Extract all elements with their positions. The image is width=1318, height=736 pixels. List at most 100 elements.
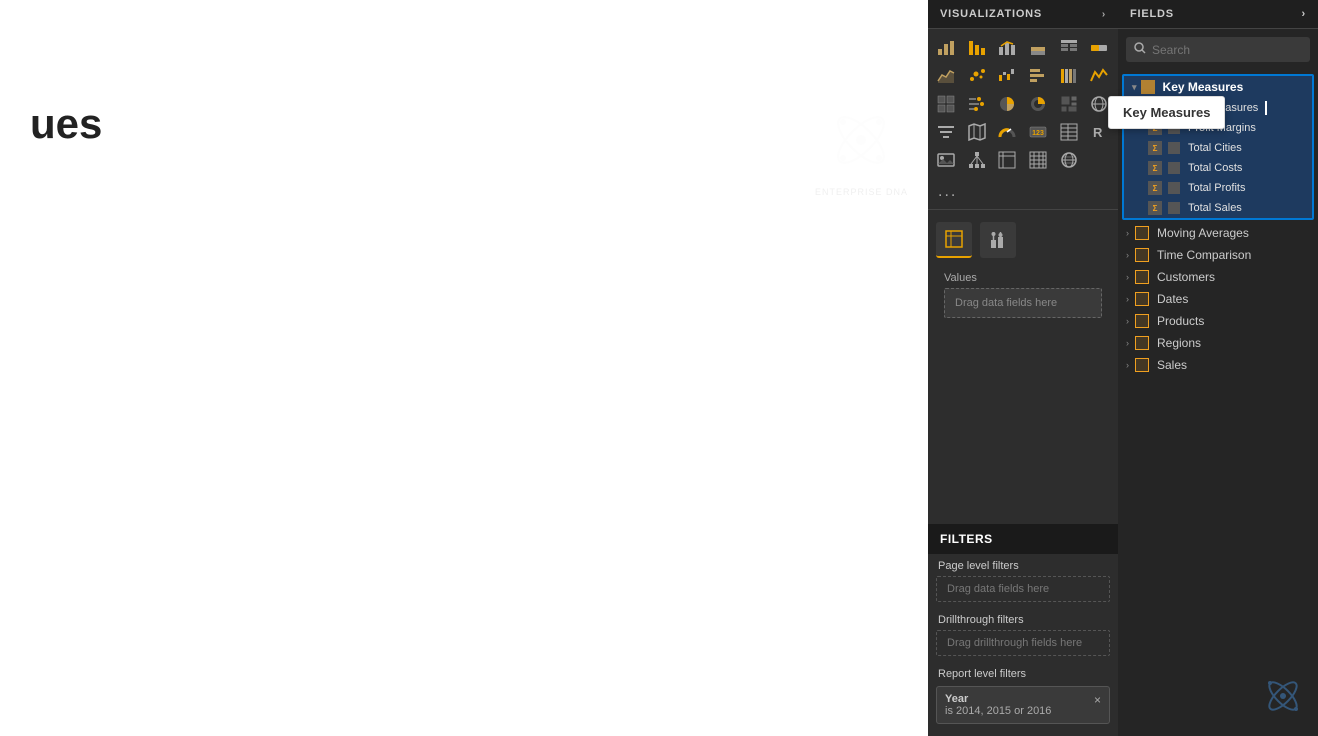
filter-chip-value: is 2014, 2015 or 2016 xyxy=(945,705,1051,717)
products-group: › Products xyxy=(1118,310,1318,332)
viz-build-row xyxy=(936,222,1110,258)
dates-label: Dates xyxy=(1157,292,1188,306)
calc-icon-tp: Σ xyxy=(1148,181,1162,195)
moving-averages-icon xyxy=(1135,226,1149,240)
customers-group: › Customers xyxy=(1118,266,1318,288)
moving-averages-header[interactable]: › Moving Averages xyxy=(1118,222,1318,244)
viz-icon-card[interactable]: 123 xyxy=(1024,119,1052,145)
viz-icon-line-bar[interactable] xyxy=(993,35,1021,61)
sales-chevron: › xyxy=(1126,360,1129,370)
page-level-label: Page level filters xyxy=(928,554,1118,574)
cursor xyxy=(1265,101,1267,115)
report-level-label: Report level filters xyxy=(928,662,1118,682)
search-box[interactable] xyxy=(1126,37,1310,62)
viz-icon-scatter[interactable] xyxy=(963,63,991,89)
viz-icon-table[interactable] xyxy=(1055,119,1083,145)
viz-panel-title: VISUALIZATIONS xyxy=(940,8,1042,20)
page-level-dropzone[interactable]: Drag data fields here xyxy=(936,576,1110,602)
sales-header[interactable]: › Sales xyxy=(1118,354,1318,376)
viz-icon-donut[interactable] xyxy=(1024,91,1052,117)
products-icon xyxy=(1135,314,1149,328)
viz-icon-image[interactable] xyxy=(932,147,960,173)
regions-group: › Regions xyxy=(1118,332,1318,354)
viz-panel-arrow[interactable]: › xyxy=(1102,9,1106,20)
calc-icon2-tco xyxy=(1168,162,1180,174)
viz-more: ... xyxy=(928,179,1118,205)
time-comparison-label: Time Comparison xyxy=(1157,248,1251,262)
calc-icon-ts: Σ xyxy=(1148,201,1162,215)
viz-build-area: Values Drag data fields here xyxy=(928,214,1118,524)
calc-icon-tc: Σ xyxy=(1148,141,1162,155)
field-item-total-profits[interactable]: Σ Total Profits xyxy=(1124,178,1312,198)
calc-icon2-tc xyxy=(1168,142,1180,154)
viz-icon-area[interactable] xyxy=(932,63,960,89)
field-item-total-cities[interactable]: Σ Total Cities xyxy=(1124,138,1312,158)
customers-icon xyxy=(1135,270,1149,284)
time-comparison-group: › Time Comparison xyxy=(1118,244,1318,266)
viz-icon-globe[interactable] xyxy=(1055,147,1083,173)
products-header[interactable]: › Products xyxy=(1118,310,1318,332)
viz-icon-filter[interactable] xyxy=(932,119,960,145)
fields-panel: FIELDS › Key Measures ▾ Key Measures Σ xyxy=(1118,0,1318,736)
canvas-title: ues xyxy=(30,100,102,148)
search-icon xyxy=(1134,42,1146,57)
viz-icon-ribbon[interactable] xyxy=(1055,63,1083,89)
time-comparison-header[interactable]: › Time Comparison xyxy=(1118,244,1318,266)
viz-icon-table2[interactable] xyxy=(993,147,1021,173)
viz-icon-bar2[interactable] xyxy=(963,35,991,61)
values-label: Values xyxy=(936,266,1110,288)
regions-header[interactable]: › Regions xyxy=(1118,332,1318,354)
viz-icon-dot[interactable] xyxy=(963,91,991,117)
key-measures-label: Key Measures xyxy=(1163,80,1244,94)
fields-panel-arrow[interactable]: › xyxy=(1302,8,1306,20)
year-filter-chip: Year is 2014, 2015 or 2016 × xyxy=(936,686,1110,724)
calc-icon2-ts xyxy=(1168,202,1180,214)
viz-icon-100-bar[interactable] xyxy=(1085,35,1113,61)
viz-build-format-icon[interactable] xyxy=(980,222,1016,258)
key-measures-chevron: ▾ xyxy=(1132,82,1137,93)
viz-icon-map2[interactable] xyxy=(963,119,991,145)
fields-panel-header: FIELDS › xyxy=(1118,0,1318,29)
time-comparison-icon xyxy=(1135,248,1149,262)
sales-icon xyxy=(1135,358,1149,372)
field-item-total-costs[interactable]: Σ Total Costs xyxy=(1124,158,1312,178)
products-chevron: › xyxy=(1126,316,1129,326)
dates-header[interactable]: › Dates xyxy=(1118,288,1318,310)
filter-chip-title: Year xyxy=(945,693,1051,705)
filter-chip-close[interactable]: × xyxy=(1094,693,1101,707)
values-dropzone[interactable]: Drag data fields here xyxy=(944,288,1102,318)
viz-icon-waterfall[interactable] xyxy=(993,63,1021,89)
viz-icon-matrix2[interactable] xyxy=(1024,147,1052,173)
viz-icon-bar[interactable] xyxy=(932,35,960,61)
drillthrough-dropzone[interactable]: Drag drillthrough fields here xyxy=(936,630,1110,656)
viz-build-fields-icon[interactable] xyxy=(936,222,972,258)
viz-icon-treemap[interactable] xyxy=(1055,91,1083,117)
filters-header: FILTERS xyxy=(928,524,1118,554)
products-label: Products xyxy=(1157,314,1204,328)
viz-icon-decomp[interactable] xyxy=(963,147,991,173)
field-item-total-sales[interactable]: Σ Total Sales xyxy=(1124,198,1312,218)
key-measures-group-header[interactable]: ▾ Key Measures xyxy=(1124,76,1312,98)
viz-icon-pie[interactable] xyxy=(993,91,1021,117)
dates-group: › Dates xyxy=(1118,288,1318,310)
drillthrough-label: Drillthrough filters xyxy=(928,608,1118,628)
time-comparison-chevron: › xyxy=(1126,250,1129,260)
viz-icon-table-matrix[interactable] xyxy=(1055,35,1083,61)
customers-header[interactable]: › Customers xyxy=(1118,266,1318,288)
viz-icon-line2[interactable] xyxy=(1085,63,1113,89)
viz-icon-bar-horiz[interactable] xyxy=(1024,63,1052,89)
enterprise-logo: ENTERPRISE DNA xyxy=(815,100,908,197)
sales-label: Sales xyxy=(1157,358,1187,372)
customers-chevron: › xyxy=(1126,272,1129,282)
viz-icon-gauge[interactable] xyxy=(993,119,1021,145)
tooltip-popup: Key Measures xyxy=(1108,96,1225,129)
search-input[interactable] xyxy=(1152,43,1302,57)
key-measures-table-icon xyxy=(1141,80,1155,94)
dates-icon xyxy=(1135,292,1149,306)
viz-icon-matrix[interactable] xyxy=(932,91,960,117)
viz-divider xyxy=(928,209,1118,210)
enterprise-dna-watermark xyxy=(1258,671,1308,726)
calc-icon-tco: Σ xyxy=(1148,161,1162,175)
enterprise-dna-label: ENTERPRISE DNA xyxy=(815,187,908,197)
viz-icon-stacked-bar[interactable] xyxy=(1024,35,1052,61)
